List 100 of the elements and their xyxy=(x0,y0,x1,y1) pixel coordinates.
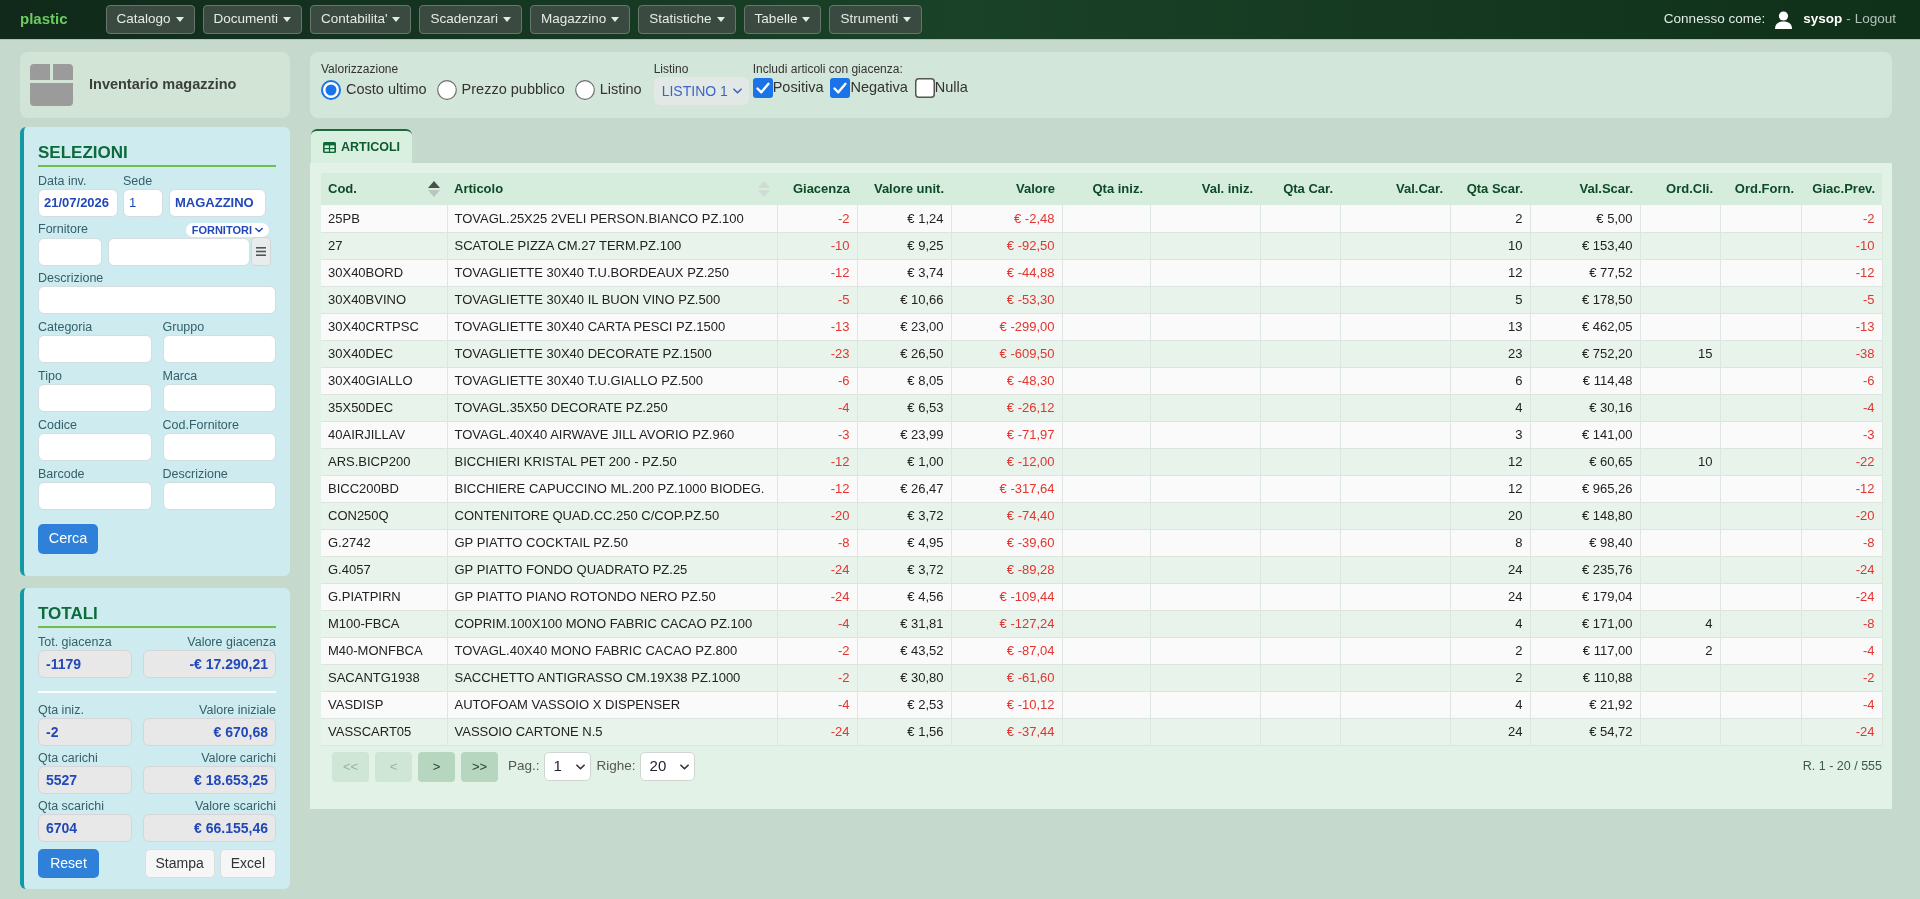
table-cell: -12 xyxy=(1801,475,1882,502)
column-header: Val.Car. xyxy=(1340,173,1450,205)
table-cell: € -48,30 xyxy=(951,367,1062,394)
table-cell: € -39,60 xyxy=(951,529,1062,556)
listino-select[interactable]: LISTINO 1 xyxy=(653,77,749,105)
input-field[interactable]: MAGAZZINO xyxy=(169,189,266,217)
input-field[interactable] xyxy=(162,433,276,461)
record-count: R. 1 - 20 / 555 xyxy=(1802,757,1882,775)
table-cell: -8 xyxy=(1801,610,1882,637)
input-field[interactable] xyxy=(108,237,250,266)
table-cell: € 235,76 xyxy=(1530,556,1640,583)
table-cell: € -127,24 xyxy=(951,610,1062,637)
radio-option[interactable]: Listino xyxy=(574,79,642,101)
table-cell: -2 xyxy=(1801,664,1882,691)
table-cell: -12 xyxy=(777,448,857,475)
field-label: Tot. giacenza xyxy=(38,634,113,650)
table-cell: 4 xyxy=(1450,394,1530,421)
input-field[interactable] xyxy=(38,286,276,314)
column-header: Val. iniz. xyxy=(1150,173,1260,205)
table-cell: 3 xyxy=(1450,421,1530,448)
action-button[interactable]: Stampa xyxy=(144,849,215,878)
input-field[interactable] xyxy=(162,384,276,412)
table-cell: € 110,88 xyxy=(1530,664,1640,691)
table-cell: -38 xyxy=(1801,340,1882,367)
input-field[interactable] xyxy=(38,482,152,510)
checkbox-option[interactable]: Nulla xyxy=(914,77,968,99)
table-cell: -12 xyxy=(1801,259,1882,286)
table-cell: -4 xyxy=(777,691,857,718)
table-cell: COPRIM.100X100 MONO FABRIC CACAO PZ.100 xyxy=(447,610,777,637)
table-cell: VASSCART05 xyxy=(321,718,447,745)
table-cell: € -44,88 xyxy=(951,259,1062,286)
table-cell: 24 xyxy=(1450,718,1530,745)
column-header: Qta Scar. xyxy=(1450,173,1530,205)
input-field[interactable]: 21/07/2026 xyxy=(38,189,118,217)
table-cell: € 752,20 xyxy=(1530,340,1640,367)
page-button[interactable]: > xyxy=(418,751,455,782)
table-cell: -23 xyxy=(777,340,857,367)
rows-select[interactable]: 20 xyxy=(639,752,695,781)
field-label: Valore scarichi xyxy=(193,798,276,814)
field-label: Qta iniz. xyxy=(38,702,85,718)
table-cell: -3 xyxy=(1801,421,1882,448)
tab[interactable]: ARTICOLI xyxy=(311,129,413,163)
action-button[interactable]: Excel xyxy=(219,849,276,878)
table-cell: € -87,04 xyxy=(951,637,1062,664)
menu-button[interactable]: Statistiche xyxy=(638,5,736,34)
menu-button[interactable]: Tabelle xyxy=(743,5,822,34)
menu-button[interactable]: Strumenti xyxy=(829,5,923,34)
input-field[interactable] xyxy=(38,384,152,412)
table-cell: CON250Q xyxy=(321,502,447,529)
input-field[interactable] xyxy=(38,433,152,461)
input-field[interactable]: 1 xyxy=(123,189,163,217)
table-cell: € -92,50 xyxy=(951,232,1062,259)
column-header: Valore xyxy=(951,173,1062,205)
table-cell: 13 xyxy=(1450,313,1530,340)
chevron-icon xyxy=(679,763,689,770)
table-cell: € -61,60 xyxy=(951,664,1062,691)
search-button[interactable]: Cerca xyxy=(38,524,98,554)
menu-button[interactable]: Contabilita' xyxy=(310,5,412,34)
menu-button[interactable]: Catalogo xyxy=(105,5,195,34)
column-header[interactable]: Cod. xyxy=(321,173,447,205)
table-cell: 2 xyxy=(1640,637,1720,664)
table-cell: -20 xyxy=(777,502,857,529)
field-label: Cod.Fornitore xyxy=(162,417,240,433)
menu-button[interactable]: Scadenzari xyxy=(419,5,523,34)
table-cell: -10 xyxy=(1801,232,1882,259)
input-field[interactable] xyxy=(162,482,276,510)
caret-icon xyxy=(503,17,512,22)
table-cell: € 60,65 xyxy=(1530,448,1640,475)
action-button[interactable]: Reset xyxy=(38,849,99,878)
checkbox-option[interactable]: Positiva xyxy=(752,77,824,99)
table-cell: € 26,47 xyxy=(857,475,951,502)
table-cell: TOVAGLIETTE 30X40 T.U.BORDEAUX PZ.250 xyxy=(447,259,777,286)
logout-link[interactable]: Logout xyxy=(1854,9,1896,30)
input-field[interactable] xyxy=(38,237,102,266)
table-cell: GP PIATTO COCKTAIL PZ.50 xyxy=(447,529,777,556)
input-field[interactable] xyxy=(38,335,152,363)
list-button[interactable] xyxy=(251,237,271,266)
radio-option[interactable]: Costo ultimo xyxy=(321,79,427,101)
table-cell: 10 xyxy=(1640,448,1720,475)
column-header[interactable]: Articolo xyxy=(447,173,777,205)
panel-title: TOTALI xyxy=(38,603,99,625)
table-cell: G.2742 xyxy=(321,529,447,556)
page-button[interactable]: >> xyxy=(461,751,498,782)
table-cell: AUTOFOAM VASSOIO X DISPENSER xyxy=(447,691,777,718)
table-cell: € 153,40 xyxy=(1530,232,1640,259)
checkbox-option[interactable]: Negativa xyxy=(830,77,908,99)
field-label: Descrizione xyxy=(38,270,105,286)
source-select[interactable]: FORNITORI xyxy=(185,223,269,237)
table-cell: 25PB xyxy=(321,205,447,232)
table-cell: € -74,40 xyxy=(951,502,1062,529)
page-select[interactable]: 1 xyxy=(543,752,591,781)
radio-option[interactable]: Prezzo pubblico xyxy=(436,79,565,101)
menu-button[interactable]: Magazzino xyxy=(530,5,631,34)
user-prefix: Connesso come: xyxy=(1663,10,1766,29)
caret-icon xyxy=(802,17,811,22)
table-cell: € 43,52 xyxy=(857,637,951,664)
table-cell: GP PIATTO PIANO ROTONDO NERO PZ.50 xyxy=(447,583,777,610)
column-header: Giac.Prev. xyxy=(1801,173,1882,205)
menu-button[interactable]: Documenti xyxy=(202,5,303,34)
input-field[interactable] xyxy=(162,335,276,363)
